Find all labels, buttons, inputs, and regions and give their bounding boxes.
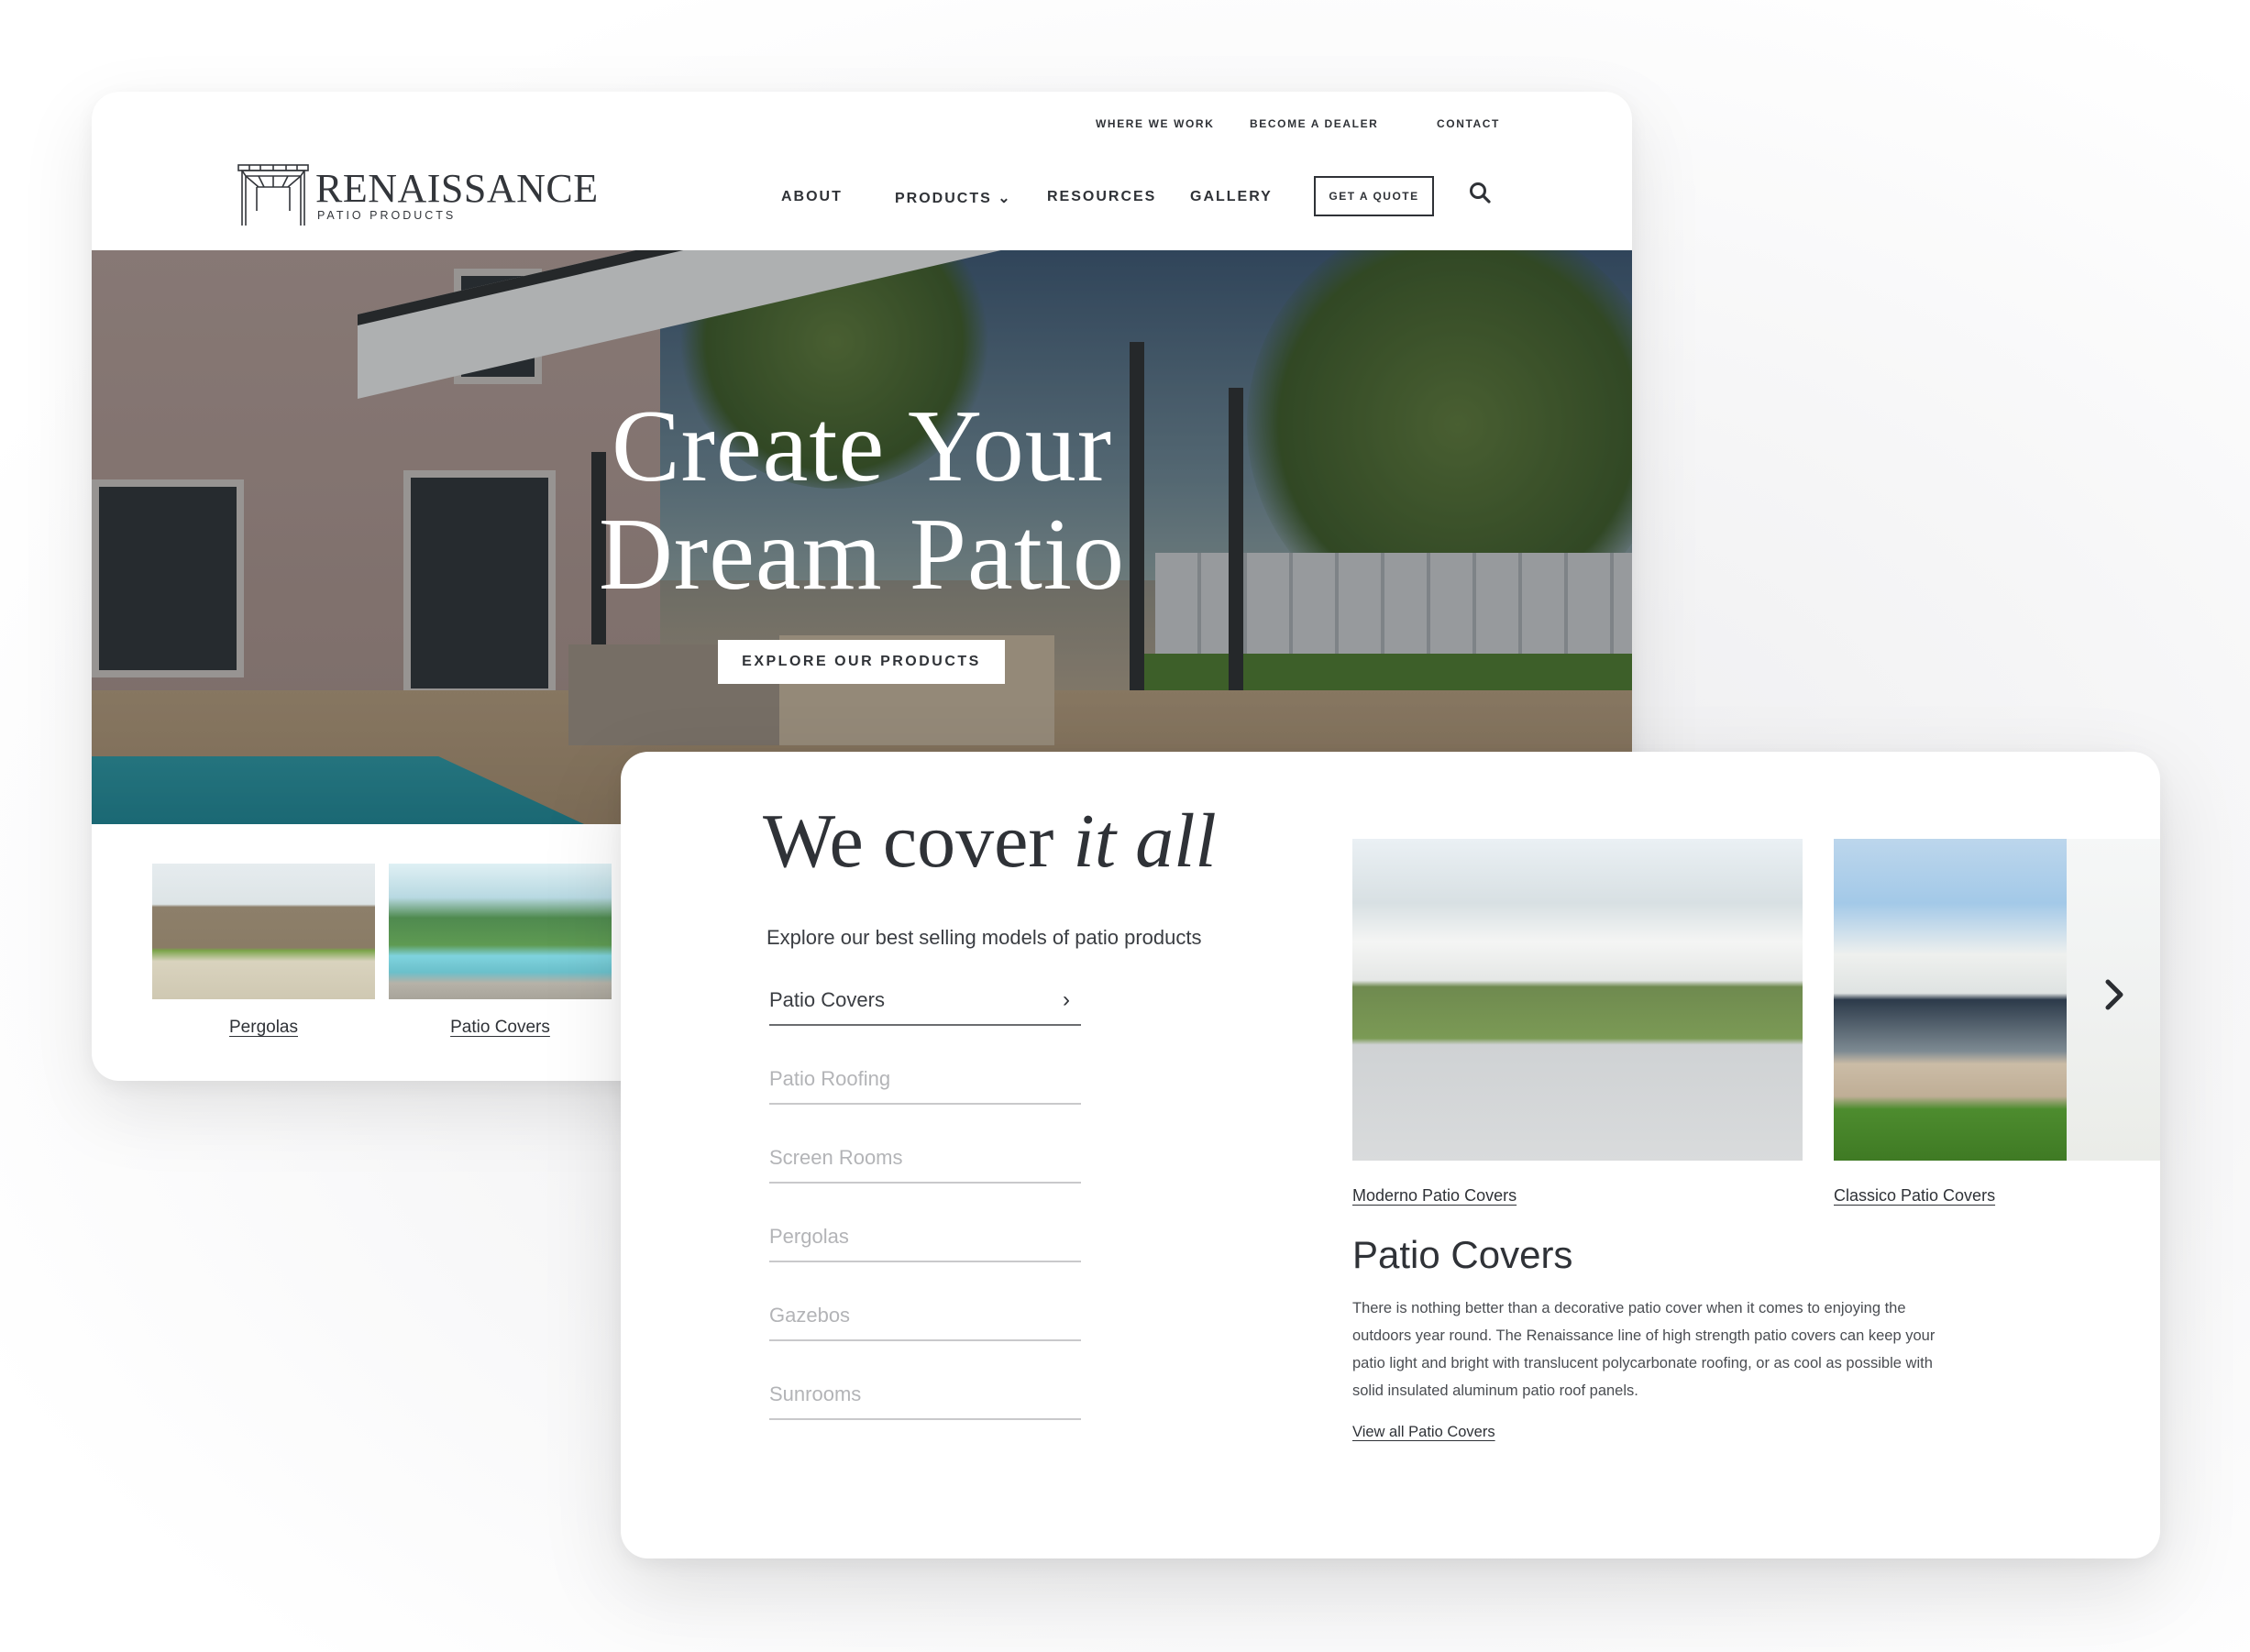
search-button[interactable] (1467, 180, 1494, 207)
util-link-where-we-work[interactable]: WHERE WE WORK (1096, 117, 1214, 130)
category-label: Patio Covers (769, 988, 885, 1011)
category-sunrooms[interactable]: Sunrooms (769, 1376, 1081, 1420)
chevron-right-icon: › (1063, 987, 1070, 1012)
section-title: We cover it all (763, 803, 1217, 880)
util-link-contact[interactable]: CONTACT (1437, 117, 1500, 130)
section-title-regular: We cover (763, 798, 1074, 884)
hero-title: Create Your Dream Patio (92, 392, 1632, 609)
category-patio-covers[interactable]: Patio Covers › (769, 982, 1081, 1026)
category-screen-rooms[interactable]: Screen Rooms (769, 1140, 1081, 1184)
hero-title-line2: Dream Patio (599, 498, 1125, 611)
nav-products[interactable]: PRODUCTS ⌄ (895, 189, 1012, 207)
patio-covers-link[interactable]: Patio Covers (389, 1018, 612, 1038)
get-a-quote-button[interactable]: GET A QUOTE (1314, 176, 1434, 216)
logo-tagline: PATIO PRODUCTS (317, 209, 457, 222)
detail-description: There is nothing better than a decorativ… (1352, 1300, 1936, 1399)
moderno-patio-covers-link[interactable]: Moderno Patio Covers (1352, 1186, 1517, 1206)
logo[interactable]: RENAISSANCE PATIO PRODUCTS (237, 163, 598, 227)
nav-resources[interactable]: RESOURCES (1047, 189, 1156, 205)
view-all-patio-covers-link[interactable]: View all Patio Covers (1352, 1424, 1495, 1441)
category-pergolas[interactable]: Pergolas (769, 1218, 1081, 1262)
search-icon (1470, 182, 1491, 204)
hero-banner: Create Your Dream Patio EXPLORE OUR PROD… (92, 250, 1632, 824)
explore-products-button[interactable]: EXPLORE OUR PRODUCTS (718, 640, 1005, 684)
moderno-patio-covers-image[interactable] (1352, 839, 1803, 1161)
util-link-become-dealer[interactable]: BECOME A DEALER (1250, 117, 1378, 130)
nav-gallery[interactable]: GALLERY (1190, 189, 1273, 205)
chevron-right-icon (2105, 979, 2123, 1010)
pergolas-thumbnail[interactable] (152, 864, 375, 999)
pergolas-link[interactable]: Pergolas (152, 1018, 375, 1038)
category-gazebos[interactable]: Gazebos (769, 1297, 1081, 1341)
nav-about[interactable]: ABOUT (781, 189, 843, 205)
classico-patio-covers-link[interactable]: Classico Patio Covers (1834, 1186, 1995, 1206)
products-section-card: We cover it all Explore our best selling… (621, 752, 2160, 1558)
pergola-logo-icon (237, 164, 309, 226)
carousel-next-button[interactable] (2097, 967, 2134, 1022)
logo-wordmark: RENAISSANCE (315, 166, 599, 211)
section-subtitle: Explore our best selling models of patio… (767, 926, 1202, 949)
category-patio-roofing[interactable]: Patio Roofing (769, 1061, 1081, 1105)
section-title-italic: it all (1073, 798, 1217, 884)
patio-covers-thumbnail[interactable] (389, 864, 612, 999)
classico-patio-covers-image[interactable] (1834, 839, 2067, 1161)
hero-title-line1: Create Your (611, 390, 1113, 503)
detail-title: Patio Covers (1352, 1233, 1573, 1276)
